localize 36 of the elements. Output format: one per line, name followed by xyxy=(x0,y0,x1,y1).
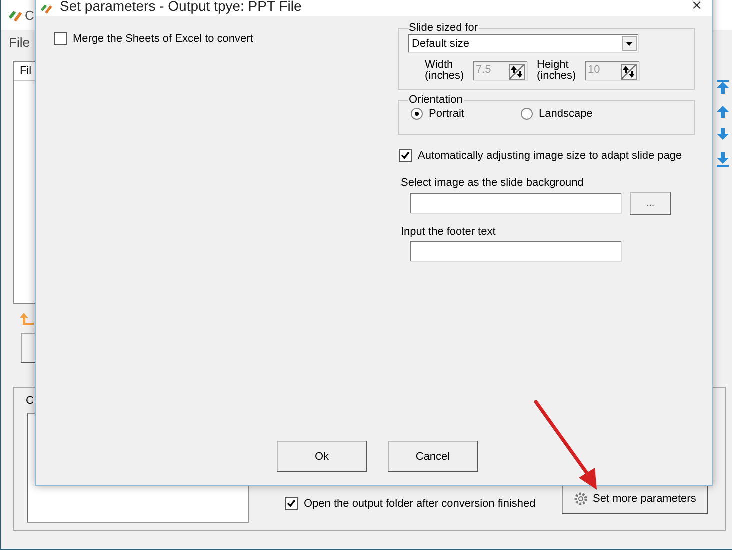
radio-label: Portrait xyxy=(429,108,464,120)
size-dropdown[interactable]: Default size xyxy=(408,34,639,53)
move-down-icon[interactable] xyxy=(717,128,729,143)
dialog-button[interactable]: Cancel xyxy=(388,441,478,472)
field-label: Select image as the slide background xyxy=(401,177,585,189)
browse-button[interactable]: ... xyxy=(630,192,671,215)
settings-icon xyxy=(573,491,589,507)
menu-item[interactable]: File xyxy=(9,34,30,50)
app-icon xyxy=(40,2,54,14)
checkbox-label: Automatically adjusting image size to adapt slide page xyxy=(418,150,682,162)
checkbox[interactable] xyxy=(54,32,67,45)
radio-button[interactable] xyxy=(411,108,423,120)
close-button[interactable]: × xyxy=(692,0,702,14)
dialog-title: Set parameters - Output tpye: PPT File xyxy=(60,0,302,14)
checkbox-label: Open the output folder after conversion finished xyxy=(304,498,536,510)
move-bottom-icon[interactable] xyxy=(717,152,729,167)
set-more-parameters-button[interactable]: Set more parameters xyxy=(562,484,708,514)
field-label: Input the footer text xyxy=(401,226,497,238)
group-label: C xyxy=(26,395,34,407)
dimension-label: Height (inches) xyxy=(537,60,578,82)
move-top-icon[interactable] xyxy=(717,80,729,95)
group-label: Slide sized for xyxy=(408,22,480,34)
checkbox[interactable] xyxy=(399,149,412,162)
move-up-icon[interactable] xyxy=(717,104,729,119)
checkbox-label: Merge the Sheets of Excel to convert xyxy=(73,32,254,44)
window-title: C xyxy=(25,8,34,22)
dimension-label: Width (inches) xyxy=(425,60,466,82)
radio-label: Landscape xyxy=(539,108,593,120)
dialog-button[interactable]: Ok xyxy=(277,441,367,472)
background-image-field[interactable] xyxy=(410,193,622,214)
footer-text-field[interactable] xyxy=(410,241,622,262)
app-icon xyxy=(9,8,23,22)
dropdown-icon[interactable] xyxy=(622,36,637,51)
group-label: Orientation xyxy=(408,94,464,106)
checkbox[interactable] xyxy=(285,497,298,510)
radio-button[interactable] xyxy=(521,108,533,120)
